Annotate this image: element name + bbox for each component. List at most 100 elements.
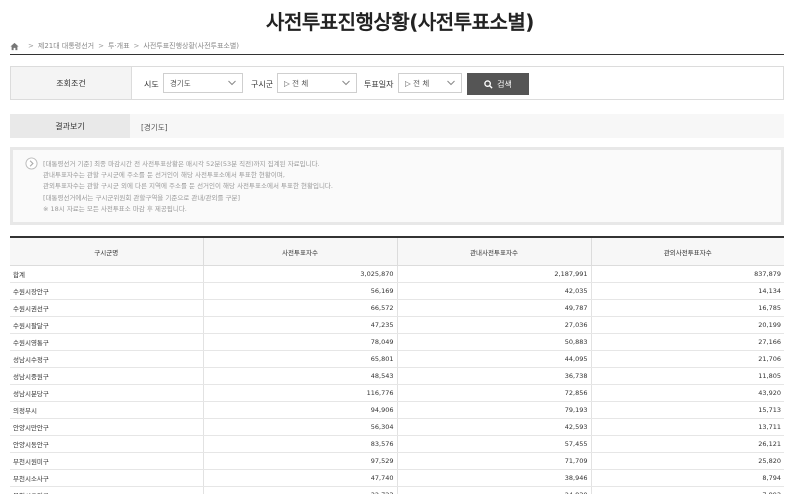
table-cell-count: 837,879 <box>591 265 784 283</box>
table-body: 합계 3,025,870 2,187,991 837,879 수원시장안구 56,169 4… <box>10 265 784 494</box>
page-title: 사전투표진행상황(사전투표소별) <box>266 10 534 34</box>
table-cell-count: 79,193 <box>397 401 592 419</box>
table-cell-count: 47,740 <box>203 469 398 487</box>
notice-line: 관내투표자수는 관할 구시군에 주소를 둔 선거인이 해당 사전투표소에서 투표… <box>43 171 285 180</box>
table-row: 수원시영통구 78,049 50,883 27,166 <box>10 333 784 351</box>
table-cell-count: 15,713 <box>591 401 784 419</box>
table-cell-count: 72,856 <box>397 384 592 402</box>
table-cell-district: 수원시권선구 <box>10 299 204 317</box>
table-cell-count: 57,455 <box>397 435 592 453</box>
result-region: [경기도] <box>141 123 168 132</box>
table-cell-district: 부천시원미구 <box>10 452 204 470</box>
table-cell-count: 44,095 <box>397 350 592 368</box>
notice-line: [대통령선거에서는 구시군위원회 관할구역을 기준으로 관내/관외를 구분] <box>43 193 240 202</box>
table-cell-count: 3,025,870 <box>203 265 398 283</box>
search-conditions: 조회조건 시도 경기도 구시군 ▷ 전 체 투표일자 ▷ 전 체 검색 <box>10 66 784 100</box>
table-row: 성남시분당구 116,776 72,856 43,920 <box>10 384 784 402</box>
table-cell-count: 94,906 <box>203 401 398 419</box>
table-cell-count: 78,049 <box>203 333 398 351</box>
chevron-down-icon <box>228 80 236 86</box>
table-cell-count: 42,035 <box>397 282 592 300</box>
breadcrumb: > 제21대 대통령선거 > 투·개표 > 사전투표진행상황(사전투표소별) <box>10 41 239 51</box>
table-cell-count: 43,920 <box>591 384 784 402</box>
table-cell-count: 11,805 <box>591 367 784 385</box>
gusigun-select-value: ▷ 전 체 <box>284 78 309 88</box>
table-cell-count: 13,711 <box>591 418 784 436</box>
table-row: 부천시소사구 47,740 38,946 8,794 <box>10 469 784 487</box>
table-row: 수원시장안구 56,169 42,035 14,134 <box>10 282 784 300</box>
table-cell-count: 27,166 <box>591 333 784 351</box>
notice-box: [대통령선거 기준] 최종 마감시간 전 사전투표상황은 매시각 52분(53분… <box>10 147 784 225</box>
breadcrumb-separator: > <box>98 42 104 50</box>
table-header-row: 구시군명 사전투표자수 관내사전투표자수 관외사전투표자수 <box>10 237 784 266</box>
table-cell-district: 의정부시 <box>10 401 204 419</box>
table-cell-district: 수원시장안구 <box>10 282 204 300</box>
gusigun-label: 구시군 <box>251 80 274 89</box>
table-cell-district: 안양시만안구 <box>10 418 204 436</box>
table-cell-count: 66,572 <box>203 299 398 317</box>
chevron-down-icon <box>342 80 350 86</box>
date-label: 투표일자 <box>364 80 394 89</box>
table-cell-count: 83,576 <box>203 435 398 453</box>
table-cell-count: 48,543 <box>203 367 398 385</box>
search-heading: 조회조건 <box>11 67 132 99</box>
notice-line: ※ 18시 자료는 모든 사전투표소 마감 후 제공됩니다. <box>43 204 187 213</box>
home-icon[interactable] <box>10 42 19 51</box>
table-cell-count: 25,820 <box>591 452 784 470</box>
table-cell-district: 성남시수정구 <box>10 350 204 368</box>
table-cell-count: 7,893 <box>591 486 784 494</box>
table-cell-count: 16,785 <box>591 299 784 317</box>
table-row: 성남시중원구 48,543 36,738 11,805 <box>10 367 784 385</box>
table-cell-count: 56,304 <box>203 418 398 436</box>
chevron-down-icon <box>447 80 455 86</box>
table-row: 안양시만안구 56,304 42,593 13,711 <box>10 418 784 436</box>
table-row: 부천시원미구 97,529 71,709 25,820 <box>10 452 784 470</box>
table-row: 부천시오정구32,72324,8307,893 <box>10 486 784 494</box>
notice-text: [대통령선거 기준] 최종 마감시간 전 사전투표상황은 매시각 52분(53분… <box>43 159 333 215</box>
results-table: 구시군명 사전투표자수 관내사전투표자수 관외사전투표자수 합계 3,025,87… <box>10 236 784 494</box>
result-view: 결과보기 [경기도] <box>10 114 784 138</box>
gusigun-select[interactable]: ▷ 전 체 <box>277 73 357 93</box>
table-cell-count: 47,235 <box>203 316 398 334</box>
table-cell-count: 49,787 <box>397 299 592 317</box>
table-cell-count: 65,801 <box>203 350 398 368</box>
search-button[interactable]: 검색 <box>467 73 529 95</box>
table-cell-count: 21,706 <box>591 350 784 368</box>
page: 사전투표진행상황(사전투표소별) > 제21대 대통령선거 > 투·개표 > 사… <box>0 0 800 494</box>
table-cell-count: 42,593 <box>397 418 592 436</box>
chevron-right-circle-icon <box>25 157 38 170</box>
table-cell-count: 32,723 <box>203 486 398 494</box>
table-row: 의정부시 94,906 79,193 15,713 <box>10 401 784 419</box>
column-header-early-voters: 사전투표자수 <box>203 237 398 266</box>
notice-line: 관외투표자수는 관할 구시군 외에 다른 지역에 주소를 둔 선거인이 해당 사… <box>43 182 333 191</box>
sido-select[interactable]: 경기도 <box>163 73 243 93</box>
column-header-in-district-voters: 관내사전투표자수 <box>397 237 592 266</box>
table-cell-district: 합계 <box>10 265 204 283</box>
table-cell-count: 8,794 <box>591 469 784 487</box>
notice-line: [대통령선거 기준] 최종 마감시간 전 사전투표상황은 매시각 52분(53분… <box>43 160 320 168</box>
table-row: 성남시수정구 65,801 44,095 21,706 <box>10 350 784 368</box>
table-cell-count: 116,776 <box>203 384 398 402</box>
breadcrumb-separator: > <box>28 42 34 50</box>
date-select-value: ▷ 전 체 <box>405 78 430 88</box>
table-cell-count: 24,830 <box>397 486 592 494</box>
table-cell-district: 부천시소사구 <box>10 469 204 487</box>
table-cell-count: 38,946 <box>397 469 592 487</box>
sido-label: 시도 <box>144 80 159 89</box>
breadcrumb-item-current[interactable]: 사전투표진행상황(사전투표소별) <box>143 41 239 51</box>
title-divider <box>10 54 784 55</box>
table-cell-district: 성남시분당구 <box>10 384 204 402</box>
result-heading: 결과보기 <box>10 114 130 138</box>
table-cell-count: 71,709 <box>397 452 592 470</box>
table-cell-district: 부천시오정구 <box>10 486 204 494</box>
table-cell-district: 수원시영통구 <box>10 333 204 351</box>
breadcrumb-item-voting[interactable]: 투·개표 <box>108 41 130 51</box>
table-row: 수원시팔달구 47,235 27,036 20,199 <box>10 316 784 334</box>
sido-select-value: 경기도 <box>170 78 191 88</box>
table-cell-count: 97,529 <box>203 452 398 470</box>
table-cell-count: 20,199 <box>591 316 784 334</box>
breadcrumb-item-election[interactable]: 제21대 대통령선거 <box>38 41 94 51</box>
date-select[interactable]: ▷ 전 체 <box>398 73 462 93</box>
table-cell-count: 36,738 <box>397 367 592 385</box>
table-row: 합계 3,025,870 2,187,991 837,879 <box>10 265 784 283</box>
